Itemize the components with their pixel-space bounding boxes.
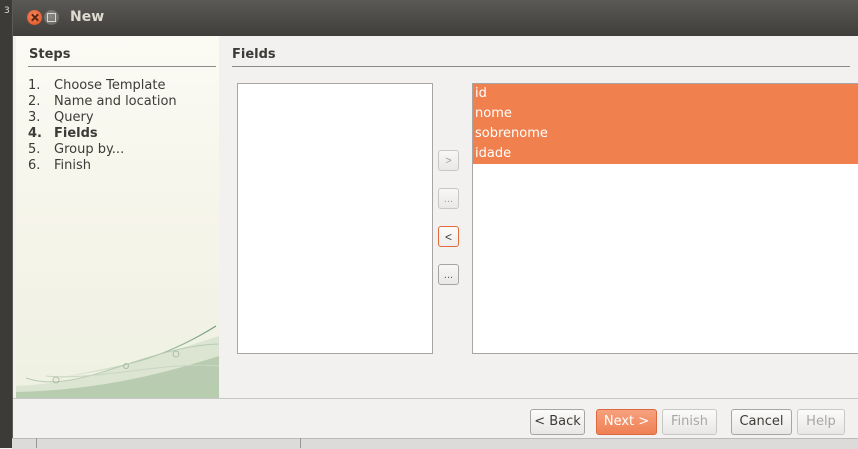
title-bar[interactable]: New — [13, 0, 858, 36]
step-label: Fields — [54, 126, 98, 141]
background-divider — [300, 438, 301, 448]
step-label: Group by... — [54, 142, 125, 157]
fields-divider — [232, 66, 850, 67]
step-number: 2. — [28, 94, 41, 109]
available-fields-list[interactable] — [237, 83, 433, 354]
steps-panel: Steps 1. Choose Template 2. Name and locati… — [16, 36, 219, 398]
close-icon[interactable] — [27, 10, 42, 25]
background-window-text: 3 — [4, 6, 10, 16]
step-item: 1. Choose Template — [28, 78, 177, 94]
steps-heading: Steps — [29, 47, 71, 62]
back-button[interactable]: < Back — [530, 409, 585, 435]
selected-field-item[interactable]: idade — [473, 144, 858, 164]
step-number: 1. — [28, 78, 41, 93]
cancel-button[interactable]: Cancel — [731, 409, 792, 435]
selected-field-item[interactable]: id — [473, 84, 858, 104]
step-number: 6. — [28, 158, 41, 173]
add-all-fields-button[interactable]: ... — [438, 188, 459, 209]
selected-field-item[interactable]: nome — [473, 104, 858, 124]
background-window-edge — [0, 0, 12, 448]
help-button[interactable]: Help — [797, 409, 845, 435]
step-item: 6. Finish — [28, 158, 177, 174]
step-label: Query — [54, 110, 94, 125]
step-label: Finish — [54, 158, 92, 173]
steps-list: 1. Choose Template 2. Name and location 3. Qu… — [28, 78, 177, 174]
step-item: 5. Group by... — [28, 142, 177, 158]
add-field-button[interactable]: > — [438, 150, 459, 171]
step-item: 4. Fields — [28, 126, 177, 142]
selected-field-item[interactable]: sobrenome — [473, 124, 858, 144]
background-window-bottom — [12, 438, 858, 449]
selected-fields-list[interactable]: id nome sobrenome idade — [472, 83, 858, 354]
background-divider — [36, 438, 37, 448]
remove-field-button[interactable]: < — [438, 226, 459, 247]
step-number: 4. — [28, 126, 42, 141]
step-number: 3. — [28, 110, 41, 125]
finish-button[interactable]: Finish — [662, 409, 717, 435]
button-bar-divider — [13, 398, 858, 399]
next-button[interactable]: Next > — [596, 409, 657, 435]
remove-all-fields-button[interactable]: ... — [438, 264, 459, 285]
window-title: New — [70, 9, 105, 25]
fields-heading: Fields — [232, 47, 276, 62]
step-item: 2. Name and location — [28, 94, 177, 110]
step-label: Name and location — [54, 94, 177, 109]
step-item: 3. Query — [28, 110, 177, 126]
steps-divider — [28, 66, 216, 67]
decorative-swoosh-image — [16, 325, 219, 398]
maximize-icon[interactable] — [44, 10, 59, 25]
step-label: Choose Template — [54, 78, 166, 93]
step-number: 5. — [28, 142, 41, 157]
new-dialog: New Steps 1. Choose Template 2. Name and lo… — [12, 0, 858, 438]
